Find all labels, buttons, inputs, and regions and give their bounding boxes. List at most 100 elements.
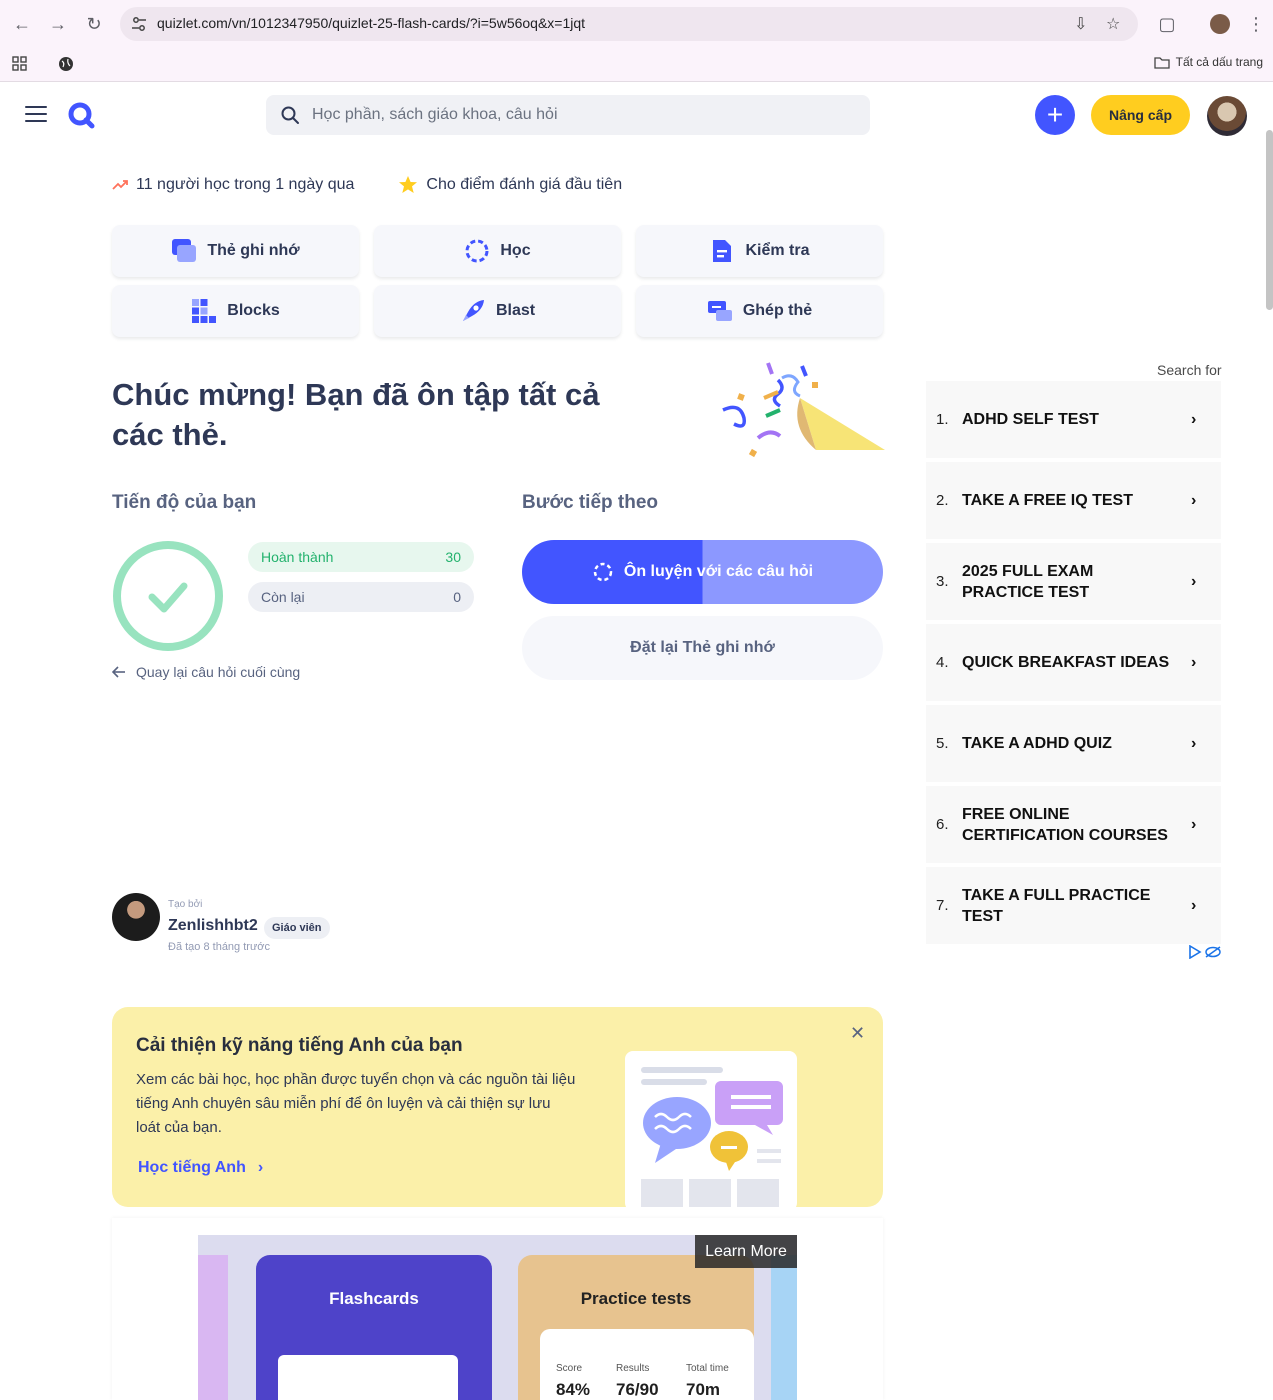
time-value: 70m (686, 1380, 721, 1399)
mode-match[interactable]: Ghép thẻ (636, 285, 883, 337)
mode-label: Kiểm tra (745, 242, 810, 259)
search-input[interactable]: Học phần, sách giáo khoa, câu hỏi (266, 95, 870, 135)
profile-icon[interactable] (1208, 12, 1232, 36)
ad-list-item[interactable]: 6. FREE ONLINE CERTIFICATION COURSES › (926, 786, 1221, 863)
forward-arrow-icon[interactable]: → (46, 12, 70, 36)
ad-list-item[interactable]: 2. TAKE A FREE IQ TEST › (926, 462, 1221, 539)
chat-illustration-icon (625, 1051, 797, 1207)
study-modes: Thẻ ghi nhớ Học Kiểm tra Blocks Blast Gh… (112, 225, 884, 337)
ad-list-item[interactable]: 4. QUICK BREAKFAST IDEAS › (926, 624, 1221, 701)
bookmarks-bar: Tất cả dấu trang (0, 50, 1273, 80)
ad-item-number: 7. (936, 897, 949, 914)
ad-list-item[interactable]: 7. TAKE A FULL PRACTICE TEST › (926, 867, 1221, 944)
set-stats: 11 người học trong 1 ngày qua Cho điểm đ… (112, 175, 622, 195)
chevron-right-icon: › (1191, 815, 1197, 833)
browser-chrome: ← → ↻ quizlet.com/vn/1012347950/quizlet-… (0, 0, 1273, 82)
ad-item-label: ADHD SELF TEST (962, 411, 1099, 428)
adchoices-icon[interactable] (1188, 945, 1222, 959)
bookmark-star-icon[interactable]: ☆ (1106, 14, 1126, 34)
url-text[interactable]: quizlet.com/vn/1012347950/quizlet-25-fla… (157, 15, 585, 31)
promo-title: Cải thiện kỹ năng tiếng Anh của bạn (136, 1035, 463, 1056)
all-bookmarks-folder[interactable]: Tất cả dấu trang (1153, 55, 1263, 69)
reload-icon[interactable]: ↻ (82, 12, 106, 36)
create-plus-button[interactable]: + (1035, 95, 1075, 135)
mode-learn[interactable]: Học (374, 225, 621, 277)
chevron-right-icon: › (1191, 491, 1197, 509)
congrats-heading: Chúc mừng! Bạn đã ôn tập tất cả các thẻ. (112, 377, 600, 452)
globe-icon[interactable] (58, 56, 74, 72)
practice-questions-button[interactable]: Ôn luyện với các câu hỏi (522, 540, 883, 604)
video-edge-card (198, 1255, 228, 1400)
practice-tests-video-card: Practice tests Score Results Total time … (518, 1255, 754, 1400)
test-icon (713, 240, 732, 262)
learn-icon (593, 562, 613, 582)
video-ad: Flashcards Practice tests Score Results … (112, 1218, 883, 1400)
ad-item-label: TAKE A FULL PRACTICE TEST (962, 886, 1151, 925)
rating-text: Cho điểm đánh giá đầu tiên (426, 176, 623, 193)
video-flashcard (278, 1355, 458, 1400)
install-icon[interactable]: ⇩ (1074, 14, 1094, 34)
creator-avatar[interactable] (112, 893, 160, 941)
bookmarks-folder-label: Tất cả dấu trang (1175, 55, 1263, 69)
mode-blast[interactable]: Blast (374, 285, 621, 337)
completed-label: Hoàn thành (261, 549, 334, 565)
page-scrollbar[interactable] (1266, 130, 1273, 310)
upgrade-button[interactable]: Nâng cấp (1091, 95, 1190, 135)
plus-icon: + (1046, 99, 1064, 130)
blocks-icon (192, 299, 217, 323)
chevron-right-icon: › (1191, 653, 1197, 671)
ad-list-item[interactable]: 3. 2025 FULL EXAM PRACTICE TEST › (926, 543, 1221, 620)
match-icon (707, 301, 732, 321)
learners-text: 11 người học trong 1 ngày qua (136, 176, 355, 193)
next-step-title: Bước tiếp theo (522, 492, 658, 513)
ad-item-number: 1. (936, 411, 949, 428)
progress-title: Tiến độ của bạn (112, 492, 257, 513)
close-icon[interactable]: ✕ (850, 1023, 865, 1044)
mode-flashcards[interactable]: Thẻ ghi nhớ (112, 225, 359, 277)
search-for-label: Search for (1157, 362, 1222, 378)
star-icon (399, 176, 418, 193)
video-card-title: Flashcards (329, 1289, 419, 1308)
rating-stat[interactable]: Cho điểm đánh giá đầu tiên (398, 175, 622, 195)
learn-more-button[interactable]: Learn More (695, 1235, 797, 1268)
chevron-right-icon: › (1191, 572, 1197, 590)
ad-list-item[interactable]: 1. ADHD SELF TEST › (926, 381, 1221, 458)
address-bar[interactable]: quizlet.com/vn/1012347950/quizlet-25-fla… (120, 7, 1138, 41)
reset-flashcards-button[interactable]: Đặt lại Thẻ ghi nhớ (522, 616, 883, 680)
mode-label: Học (500, 242, 531, 259)
mode-label: Ghép thẻ (742, 302, 813, 319)
mode-label: Thẻ ghi nhớ (207, 242, 300, 259)
creator-name[interactable]: Zenlishhbt2 (168, 917, 258, 935)
completed-count: 30 (445, 549, 461, 565)
browser-menu-icon[interactable]: ⋮ (1244, 12, 1268, 36)
apps-grid-icon[interactable] (12, 56, 28, 72)
video-card-title: Practice tests (580, 1289, 692, 1308)
learn-english-link[interactable]: Học tiếng Anh › (138, 1159, 263, 1177)
time-label: Total time (686, 1363, 729, 1374)
menu-icon[interactable] (25, 106, 47, 124)
mode-test[interactable]: Kiểm tra (636, 225, 883, 277)
back-to-last-question-link[interactable]: Quay lại câu hỏi cuối cùng (112, 664, 300, 680)
ad-item-number: 5. (936, 735, 949, 752)
english-promo-banner: Cải thiện kỹ năng tiếng Anh của bạn Xem … (112, 1007, 883, 1207)
user-avatar[interactable] (1207, 96, 1247, 136)
remaining-count-pill: Còn lại 0 (248, 582, 474, 612)
trending-up-icon (112, 180, 128, 190)
quizlet-logo-icon[interactable] (67, 101, 95, 129)
mode-blocks[interactable]: Blocks (112, 285, 359, 337)
practice-button-label: Ôn luyện với các câu hỏi (623, 563, 814, 580)
video-edge-card (771, 1255, 797, 1400)
ad-item-label: 2025 FULL EXAM PRACTICE TEST (962, 562, 1094, 601)
ad-item-label: TAKE A FREE IQ TEST (962, 492, 1133, 509)
ad-item-label: TAKE A ADHD QUIZ (962, 735, 1112, 752)
party-popper-icon (722, 362, 885, 458)
chevron-right-icon: › (1191, 896, 1197, 914)
ad-item-number: 4. (936, 654, 949, 671)
ad-list-item[interactable]: 5. TAKE A ADHD QUIZ › (926, 705, 1221, 782)
extensions-icon[interactable]: ▢ (1155, 12, 1179, 36)
remaining-label: Còn lại (261, 589, 305, 605)
mode-label: Blocks (227, 302, 280, 319)
back-arrow-icon[interactable]: ← (10, 12, 34, 36)
ad-video[interactable]: Flashcards Practice tests Score Results … (198, 1235, 797, 1400)
site-settings-icon[interactable] (130, 15, 148, 33)
